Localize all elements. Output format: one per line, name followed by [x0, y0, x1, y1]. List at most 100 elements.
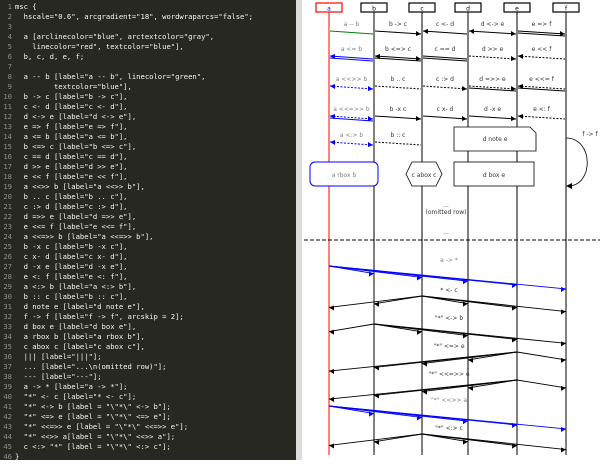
line-number: 29 — [3, 282, 12, 291]
omitted-label: (omitted row) — [426, 209, 467, 216]
broadcast-label: "*" <-> b — [435, 315, 464, 322]
broadcast-arrowhead — [468, 385, 473, 391]
code-line[interactable]: 14 a <= b [label="a <= b"], — [0, 132, 296, 142]
arc-label: d <-> e — [481, 21, 505, 28]
code-line[interactable]: 37 ... [label="...\n(omitted row)"]; — [0, 362, 296, 372]
line-number: 18 — [3, 172, 12, 181]
code-line[interactable]: 20 b .. c [label="b .. c"], — [0, 192, 296, 202]
line-number: 14 — [3, 132, 12, 141]
line-number: 45 — [3, 442, 12, 451]
code-line[interactable]: 17 d >> e [label="d >> e"], — [0, 162, 296, 172]
broadcast-arrowhead — [463, 439, 468, 445]
code-line[interactable]: 18 e << f [label="e << f"], — [0, 172, 296, 182]
code-line[interactable]: 39 a -> * [label="a -> *"]; — [0, 382, 296, 392]
code-line[interactable]: 13 e => f [label="e => f"], — [0, 122, 296, 132]
code-text: d >> e [label="d >> e"], — [15, 162, 128, 171]
code-line[interactable]: 31 d note e [label="d note e"], — [0, 302, 296, 312]
broadcast-arrowhead — [561, 286, 566, 292]
entity-label-b: b — [372, 6, 376, 13]
broadcast-line — [373, 323, 567, 344]
code-line[interactable]: 16 c == d [label="c == d"], — [0, 152, 296, 162]
code-line[interactable]: 33 d box e [label="d box e"], — [0, 322, 296, 332]
code-line[interactable]: 32 f -> f [label="f -> f", arcskip = 2]; — [0, 312, 296, 322]
line-number: 19 — [3, 182, 12, 191]
code-line[interactable]: 1 msc { — [0, 2, 296, 12]
broadcast-line — [421, 295, 567, 312]
code-text: a [arclinecolor="blue", arctextcolor="gr… — [15, 32, 215, 41]
code-line[interactable]: 15 b <=> c [label="b <=> c"], — [0, 142, 296, 152]
code-line[interactable]: 9 textcolor="blue"], — [0, 82, 296, 92]
arc-line — [329, 141, 374, 146]
line-number: 24 — [3, 232, 12, 241]
arc-line — [329, 85, 374, 90]
code-line[interactable]: 11 c <- d [label="c <- d"], — [0, 102, 296, 112]
code-line[interactable]: 46} — [0, 452, 296, 460]
code-line[interactable]: 2 hscale="0.6", arcgradient="18", wordwr… — [0, 12, 296, 22]
code-line[interactable]: 7 — [0, 62, 296, 72]
code-line[interactable]: 42 "*" <=> e [label = "\"*\" <=> e"]; — [0, 412, 296, 422]
line-number: 8 — [7, 72, 12, 81]
code-editor[interactable]: 1 msc {2 hscale="0.6", arcgradient="18", … — [0, 0, 296, 460]
code-line[interactable]: 30 b :: c [label="b :: c"], — [0, 292, 296, 302]
self-arc — [565, 137, 588, 187]
broadcast-label: "*" <<>> a — [431, 397, 467, 404]
arc-label: c :> d — [436, 76, 454, 83]
arc-label: a <<=>> b — [333, 106, 370, 113]
code-line[interactable]: 8 a -- b [label="a -- b", linecolor="gre… — [0, 72, 296, 82]
code-line[interactable]: 27 d -x e [label="d -x e"], — [0, 262, 296, 272]
arc-label: b -> c — [389, 21, 407, 28]
code-text: c abox c [label="c abox c"], — [15, 342, 145, 351]
line-number: 42 — [3, 412, 12, 421]
code-line[interactable]: 10 b -> c [label="b -> c"], — [0, 92, 296, 102]
line-number: 26 — [3, 252, 12, 261]
code-line[interactable]: 36 ||| [label="|||"]; — [0, 352, 296, 362]
code-line[interactable]: 12 d <-> e [label="d <-> e"], — [0, 112, 296, 122]
line-number: 12 — [3, 112, 12, 121]
code-text: e => f [label="e => f"], — [15, 122, 128, 131]
code-text: --- [label="---"]; — [15, 372, 102, 381]
code-line[interactable]: 23 e <<= f [label="e <<= f"], — [0, 222, 296, 232]
code-text: d box e [label="d box e"], — [15, 322, 137, 331]
line-number: 20 — [3, 192, 12, 201]
arc-label: b -x c — [390, 106, 407, 113]
code-line[interactable]: 29 a <:> b [label="a <:> b"], — [0, 282, 296, 292]
arc-label: d =>> e — [479, 76, 506, 83]
code-text: c <- d [label="c <- d"], — [15, 102, 128, 111]
code-line[interactable]: 43 "*" <<=>> e [label = "\"*\" <<=>> e"]… — [0, 422, 296, 432]
line-number: 9 — [7, 82, 12, 91]
code-line[interactable]: 35 c abox c [label="c abox c"], — [0, 342, 296, 352]
line-number: 27 — [3, 262, 12, 271]
line-number: 5 — [7, 42, 12, 51]
code-line[interactable]: 6 b, c, d, e, f; — [0, 52, 296, 62]
code-line[interactable]: 5 linecolor="red", textcolor="blue"], — [0, 42, 296, 52]
arc-line — [374, 85, 422, 90]
arc-line — [468, 30, 517, 35]
code-text: b <=> c [label="b <=> c"], — [15, 142, 137, 151]
code-line[interactable]: 26 c x- d [label="c x- d"], — [0, 252, 296, 262]
line-number: 25 — [3, 242, 12, 251]
code-line[interactable]: 22 d =>> e [label="d =>> e"], — [0, 212, 296, 222]
code-line[interactable]: 38 --- [label="---"]; — [0, 372, 296, 382]
omitted-label: ... — [443, 202, 449, 209]
code-line[interactable]: 4 a [arclinecolor="blue", arctextcolor="… — [0, 32, 296, 42]
code-text: d note e [label="d note e"], — [15, 302, 145, 311]
broadcast-line — [421, 379, 518, 393]
code-line[interactable]: 41 "*" <-> b [label = "\"*\" <-> b"]; — [0, 402, 296, 412]
line-number: 6 — [7, 52, 12, 61]
note-label: d note e — [483, 136, 508, 143]
code-text: "*" <<=>> e [label = "\"*\" <<=>> e"]; — [15, 422, 189, 431]
code-line[interactable]: 40 "*" <- c [label="* <- c"]; — [0, 392, 296, 402]
code-line[interactable]: 45 c <:> "*" [label = "\"*\" <:> c"]; — [0, 442, 296, 452]
code-line[interactable]: 19 a <<>> b [label="a <<>> b"], — [0, 182, 296, 192]
broadcast-line — [373, 295, 423, 305]
line-number: 41 — [3, 402, 12, 411]
code-line[interactable]: 24 a <<=>> b [label="a <<=>> b"], — [0, 232, 296, 242]
code-line[interactable]: 3 — [0, 22, 296, 32]
line-number: 15 — [3, 142, 12, 151]
code-line[interactable]: 28 e <: f [label="e <: f"], — [0, 272, 296, 282]
code-line[interactable]: 44 "*" <<>> a[label = "\"*\" <<>> a"]; — [0, 432, 296, 442]
code-line[interactable]: 34 a rbox b [label="a rbox b"], — [0, 332, 296, 342]
code-line[interactable]: 25 b -x c [label="b -x c"], — [0, 242, 296, 252]
code-line[interactable]: 21 c :> d [label="c :> d"], — [0, 202, 296, 212]
code-text: a <:> b [label="a <:> b"], — [15, 282, 137, 291]
